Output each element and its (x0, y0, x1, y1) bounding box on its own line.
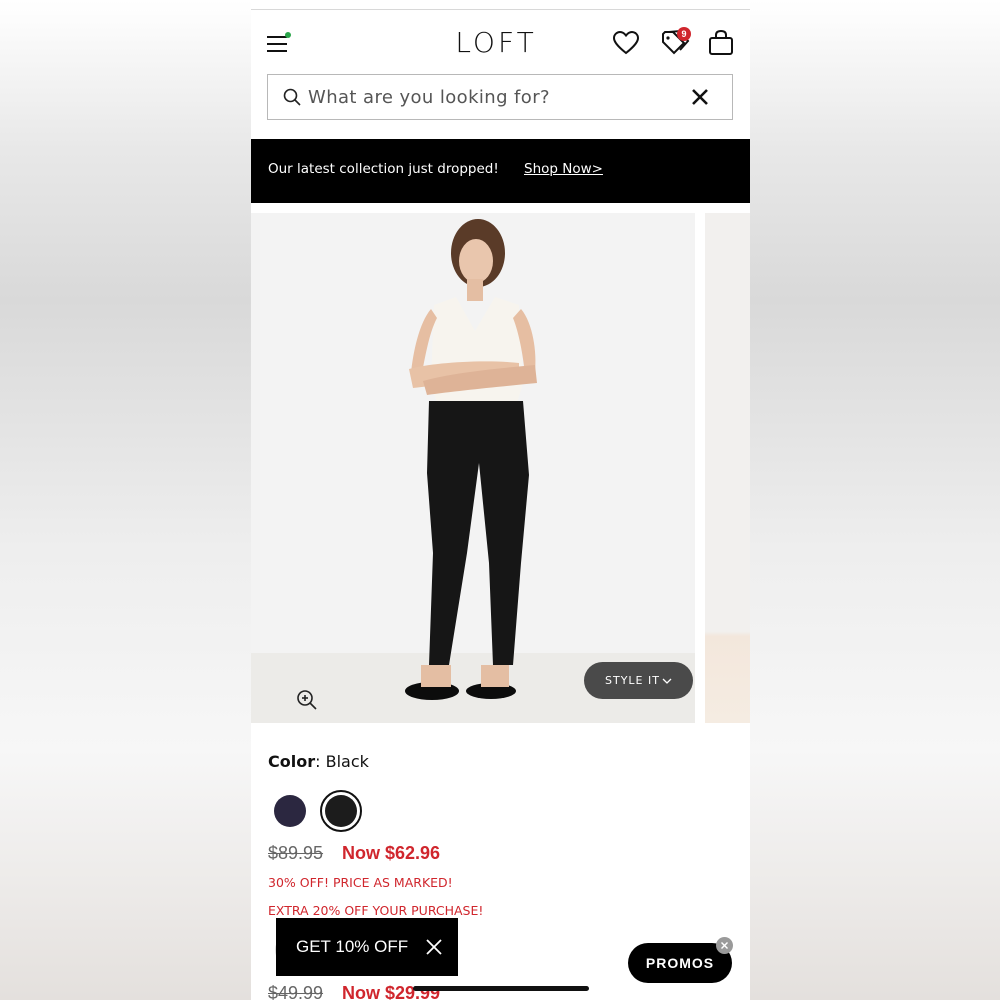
shopping-bag-icon (709, 29, 733, 55)
mobile-page: LOFT 9 What are you looking for? Our lat… (251, 0, 750, 1000)
swatch-black[interactable] (320, 790, 362, 832)
bag-button[interactable] (706, 28, 736, 58)
banner-text: Our latest collection just dropped! (268, 161, 499, 177)
search-icon (283, 88, 301, 106)
search-input[interactable] (308, 83, 678, 111)
discount-label: GET 10% OFF (296, 937, 409, 956)
chevron-down-icon (662, 678, 672, 684)
model-photo (405, 219, 537, 700)
color-label-title: Color (268, 752, 316, 771)
color-label: Color: Black (268, 752, 369, 771)
close-icon[interactable] (424, 937, 444, 957)
promo-message-1: 30% OFF! PRICE AS MARKED! (268, 875, 453, 890)
background-right (749, 0, 1000, 1000)
home-indicator[interactable] (413, 986, 589, 991)
zoom-icon[interactable] (295, 688, 319, 712)
discount-popup[interactable]: GET 10% OFF (276, 918, 458, 976)
close-icon (721, 942, 728, 949)
top-divider (251, 9, 750, 10)
header: LOFT 9 (251, 20, 750, 68)
style-it-button[interactable]: STYLE IT (584, 662, 693, 699)
style-it-label: STYLE IT (605, 674, 660, 687)
promos-close-button[interactable] (716, 937, 733, 954)
offers-button[interactable]: 9 (660, 27, 691, 58)
swatch-navy[interactable] (274, 795, 306, 827)
search-bar (267, 74, 733, 120)
product-image[interactable]: STYLE IT (251, 213, 695, 723)
notification-dot (285, 32, 291, 38)
menu-icon (267, 36, 287, 38)
offers-badge: 9 (677, 27, 691, 41)
shop-now-link[interactable]: Shop Now> (524, 161, 603, 177)
original-price: $89.95 (268, 843, 324, 863)
background-left (0, 0, 251, 1000)
close-icon[interactable] (688, 85, 712, 109)
promo-banner: Our latest collection just dropped! Shop… (251, 139, 750, 203)
heart-icon (612, 30, 640, 55)
menu-icon-bar (267, 50, 287, 52)
swatch-black-fill (325, 795, 357, 827)
menu-icon-bar (267, 43, 287, 45)
logo[interactable]: LOFT (431, 26, 561, 59)
menu-button[interactable] (267, 32, 291, 54)
sale-price: Now $62.96 (342, 843, 441, 863)
promo-message-2: EXTRA 20% OFF YOUR PURCHASE! (268, 903, 484, 918)
wishlist-button[interactable] (611, 28, 641, 58)
original-price-2: $49.99 (268, 983, 324, 1000)
color-label-value: : Black (315, 752, 369, 771)
next-product-image[interactable] (705, 213, 750, 723)
